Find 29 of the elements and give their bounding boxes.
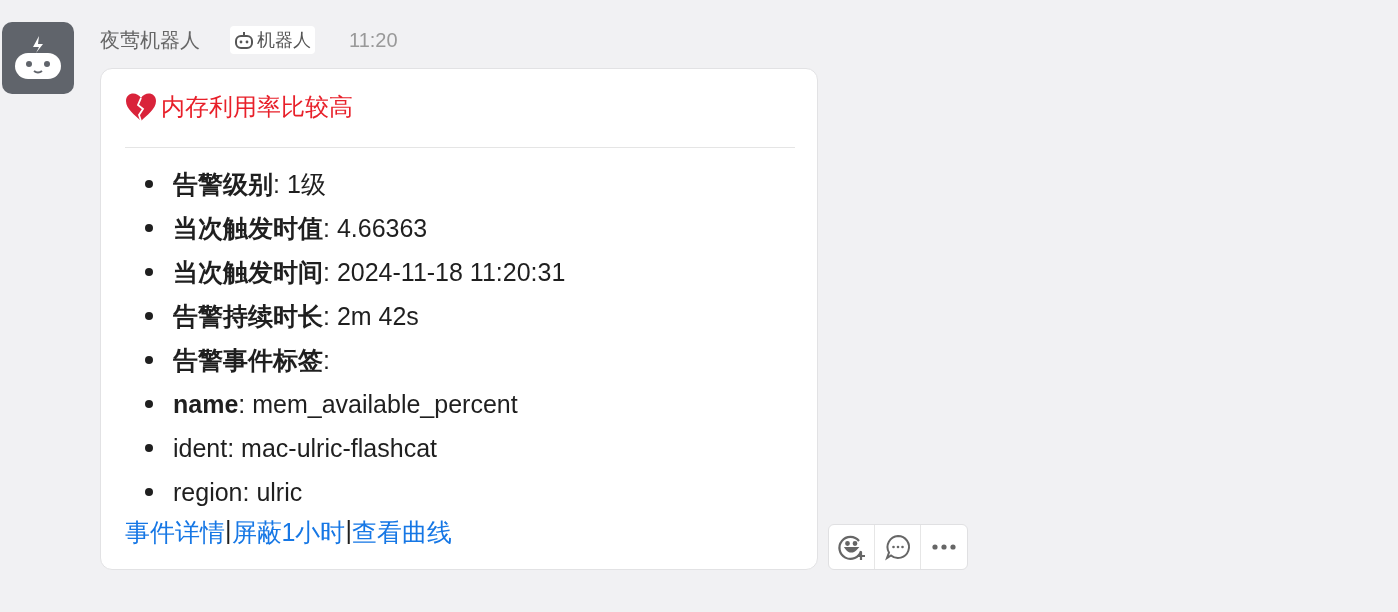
sender-name: 夜莺机器人 <box>100 27 200 53</box>
link-separator: | <box>225 516 232 546</box>
alert-detail: 当次触发时间: 2024-11-18 11:20:31 <box>173 256 566 288</box>
bullet-icon <box>145 356 153 364</box>
message-time: 11:20 <box>349 28 398 52</box>
action-link[interactable]: 事件详情 <box>125 516 225 549</box>
chat-bubble-icon <box>883 533 912 561</box>
alert-detail: 告警级别: 1级 <box>173 168 326 200</box>
link-separator: | <box>345 516 352 546</box>
bullet-icon <box>145 180 153 188</box>
alert-detail: 当次触发时值: 4.66363 <box>173 212 428 244</box>
bot-badge: 机器人 <box>230 26 315 54</box>
action-link[interactable]: 屏蔽1小时 <box>231 516 346 549</box>
action-link[interactable]: 查看曲线 <box>351 516 452 549</box>
bullet-icon <box>145 268 153 276</box>
alert-detail: 告警持续时长: 2m 42s <box>173 300 419 332</box>
more-icon <box>931 543 957 551</box>
bullet-icon <box>145 400 153 408</box>
broken-heart-icon <box>125 92 157 122</box>
bullet-icon <box>145 488 153 496</box>
alert-detail: 告警事件标签: <box>173 344 330 376</box>
alert-detail: name: mem_available_percent <box>173 389 518 419</box>
bullet-icon <box>145 224 153 232</box>
bullet-icon <box>145 444 153 452</box>
alert-detail: region: ulric <box>173 477 303 507</box>
alert-title: 内存利用率比较高 <box>161 92 353 122</box>
alert-detail: ident: mac-ulric-flashcat <box>173 433 437 463</box>
bullet-icon <box>145 312 153 320</box>
robot-icon <box>12 36 64 80</box>
